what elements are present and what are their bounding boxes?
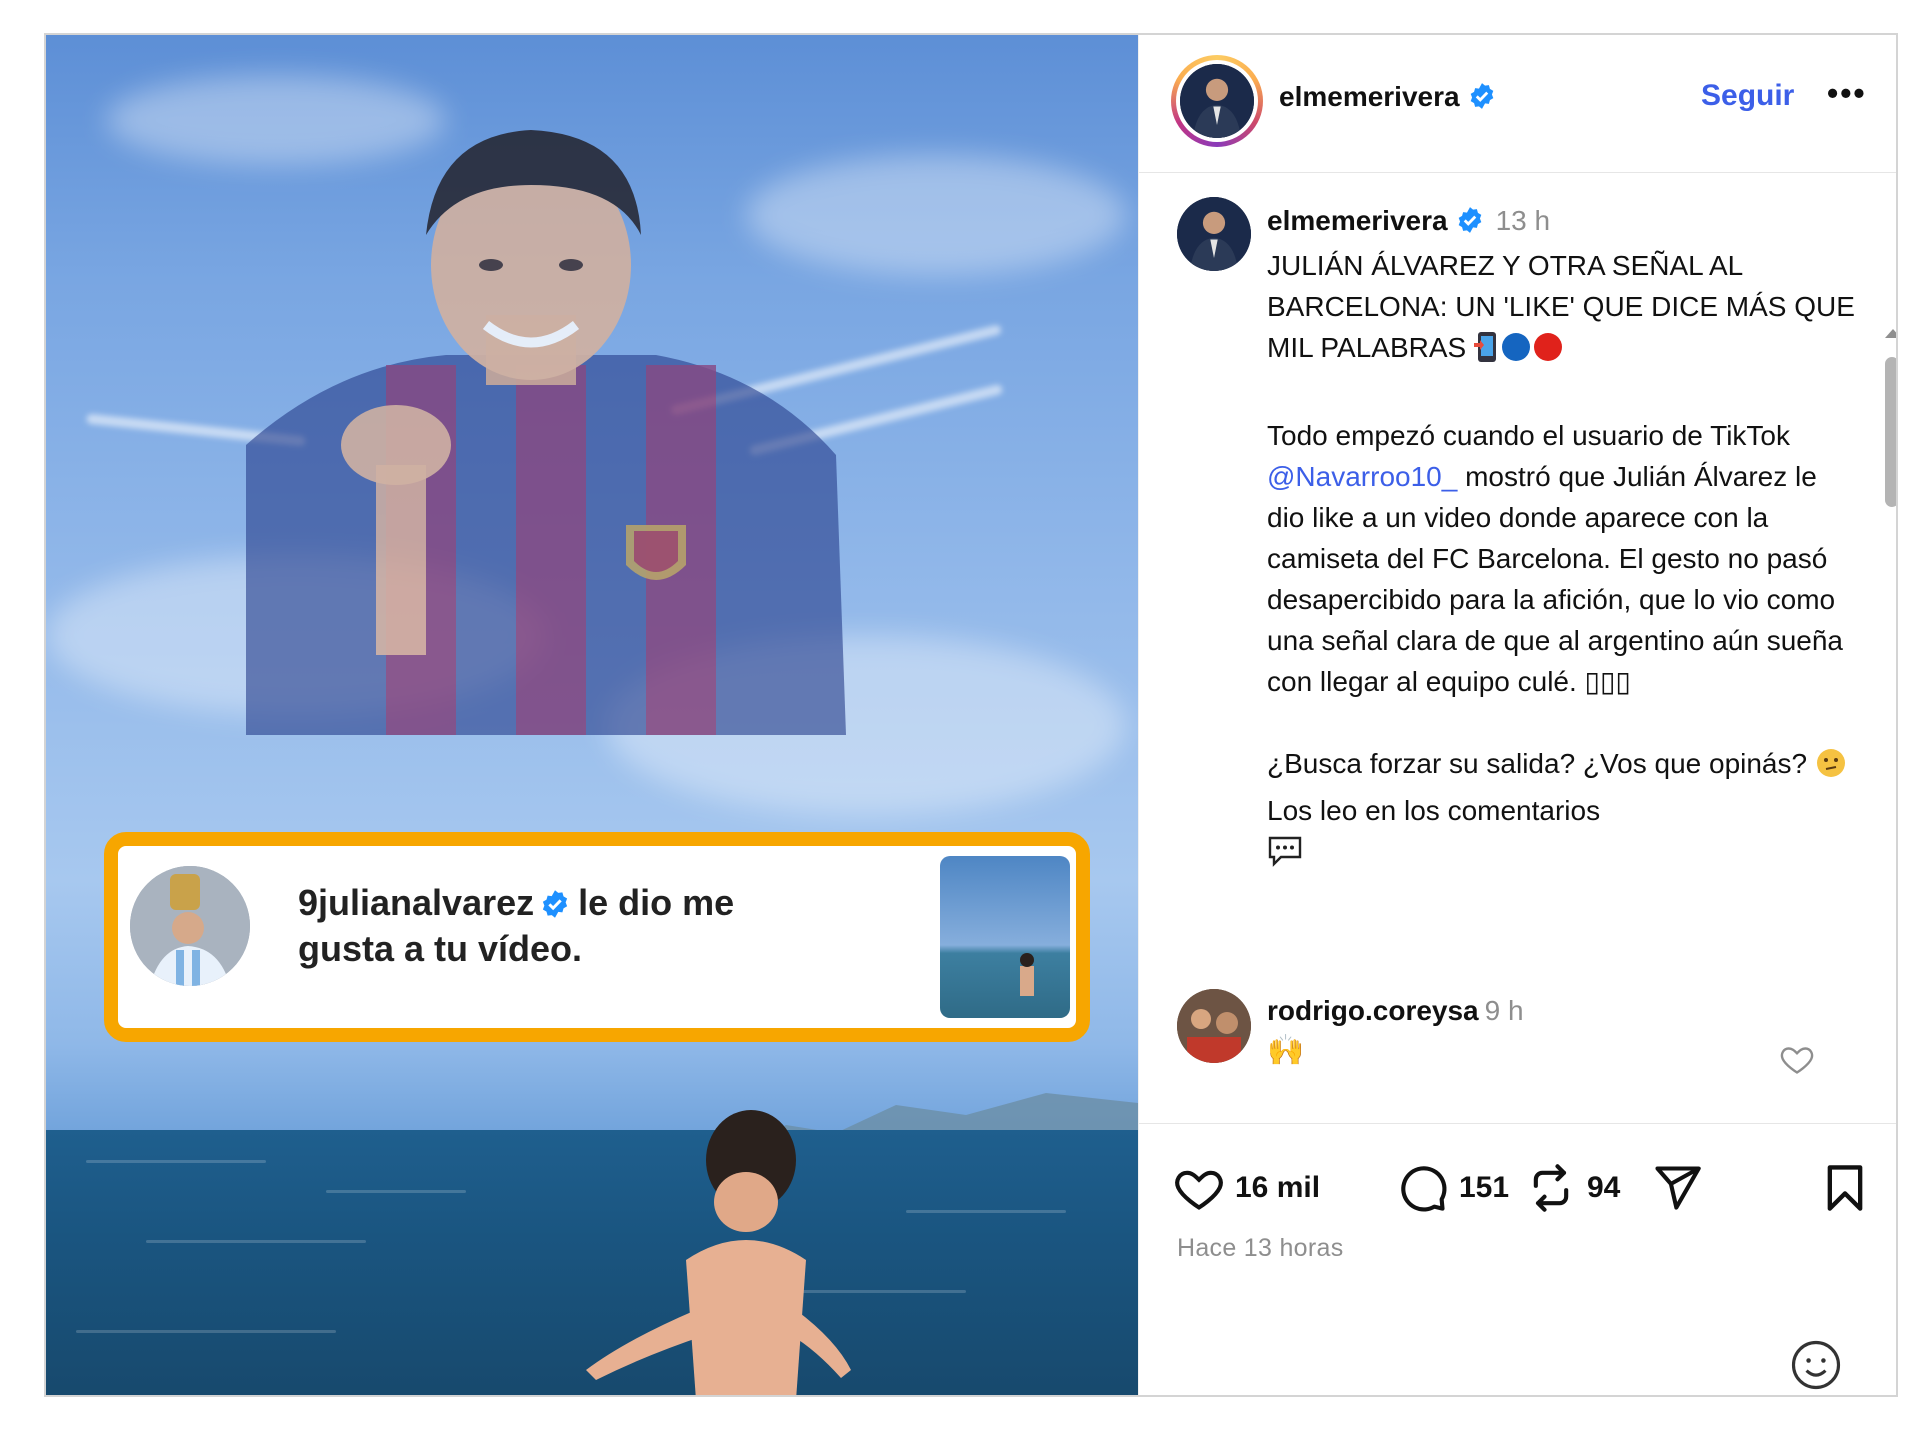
notification-text: 9julianalvarez le dio me gusta a tu vídeo… (298, 880, 818, 972)
share-button[interactable] (1651, 1160, 1703, 1216)
notification-avatar (130, 866, 250, 986)
emoji-icon[interactable] (1789, 1338, 1843, 1392)
comment-count[interactable]: 151 (1459, 1171, 1509, 1205)
mention-link[interactable]: @Navarroo10_ (1267, 461, 1457, 492)
commenter-avatar[interactable] (1177, 989, 1251, 1063)
caption-headline: JULIÁN ÁLVAREZ Y OTRA SEÑAL AL BARCELONA… (1267, 250, 1863, 363)
repost-count[interactable]: 94 (1587, 1171, 1620, 1205)
notification-username: 9julianalvarez (298, 882, 535, 923)
comment-time[interactable]: 9 h (1485, 995, 1524, 1026)
comment-text: 🙌 (1267, 1034, 1305, 1067)
post-media[interactable]: 9julianalvarez le dio me gusta a tu vídeo… (46, 35, 1138, 1395)
share-icon (1655, 1166, 1701, 1210)
notification-line2: gusta a tu vídeo. (298, 928, 583, 969)
red-circle-icon (1532, 331, 1564, 374)
comment-username[interactable]: rodrigo.coreysa (1267, 995, 1479, 1026)
comment-icon (1401, 1166, 1447, 1212)
caption-text: JULIÁN ÁLVAREZ Y OTRA SEÑAL AL BARCELONA… (1267, 245, 1857, 878)
notification-video-thumbnail (940, 856, 1070, 1018)
verified-badge-icon (543, 890, 568, 918)
comment-header: rodrigo.coreysa 9 h (1267, 995, 1524, 1027)
comment-button[interactable]: 151 (1397, 1160, 1509, 1216)
author-avatar[interactable] (1171, 55, 1263, 147)
heart-icon (1175, 1170, 1223, 1210)
action-bar: 16 mil 151 94 Hace 13 horas (1139, 1123, 1896, 1395)
verified-badge-icon (1458, 207, 1481, 233)
caption-avatar[interactable] (1177, 197, 1251, 271)
blue-circle-icon (1500, 331, 1532, 374)
wave (86, 1160, 266, 1163)
follow-button[interactable]: Seguir (1701, 79, 1794, 113)
speech-bubble-icon (1267, 835, 1303, 878)
wave (906, 1210, 1066, 1213)
scroll-thumb[interactable] (1885, 357, 1896, 507)
scroll-up-arrow[interactable] (1885, 329, 1896, 338)
thinking-face-icon (1815, 747, 1847, 790)
player-illustration (186, 115, 906, 795)
wave (326, 1190, 466, 1193)
header-username[interactable]: elmemerivera (1279, 81, 1496, 113)
caption-paragraph2-start: ¿Busca forzar su salida? ¿Vos que opinás… (1267, 748, 1815, 779)
repost-icon (1533, 1164, 1569, 1212)
wave (146, 1240, 366, 1243)
post-dialog: 9julianalvarez le dio me gusta a tu vídeo… (44, 33, 1898, 1397)
caption-paragraph1-start: Todo empezó cuando el usuario de TikTok (1267, 420, 1798, 451)
repost-button[interactable]: 94 (1525, 1160, 1620, 1216)
post-sidebar: elmemerivera Seguir ••• elmemerivera 13 h… (1138, 35, 1896, 1395)
post-timestamp[interactable]: Hace 13 horas (1177, 1234, 1344, 1263)
caption-time[interactable]: 13 h (1496, 205, 1551, 236)
mobile-phone-icon (1473, 331, 1500, 374)
bookmark-icon (1827, 1165, 1863, 1211)
like-button[interactable]: 16 mil (1173, 1160, 1320, 1216)
caption-username[interactable]: elmemerivera (1267, 205, 1448, 236)
tiktok-like-notification: 9julianalvarez le dio me gusta a tu vídeo… (104, 832, 1090, 1042)
wave (76, 1330, 336, 1333)
like-count[interactable]: 16 mil (1235, 1171, 1320, 1205)
notification-line1: le dio me (578, 882, 735, 923)
header-username-text[interactable]: elmemerivera (1279, 81, 1460, 112)
person-in-sea (586, 1110, 851, 1395)
save-button[interactable] (1819, 1160, 1871, 1216)
comments-panel[interactable]: elmemerivera 13 h JULIÁN ÁLVAREZ Y OTRA S… (1139, 175, 1896, 1123)
more-options-button[interactable]: ••• (1827, 75, 1867, 112)
comment-like-heart-icon[interactable] (1779, 1041, 1815, 1077)
caption-paragraph1-end: mostró que Julián Álvarez le dio like a … (1267, 461, 1851, 697)
caption-header: elmemerivera 13 h (1267, 205, 1550, 237)
verified-badge-icon (1470, 83, 1493, 109)
post-header: elmemerivera Seguir ••• (1139, 35, 1896, 173)
comments-scrollbar[interactable] (1883, 327, 1896, 1123)
